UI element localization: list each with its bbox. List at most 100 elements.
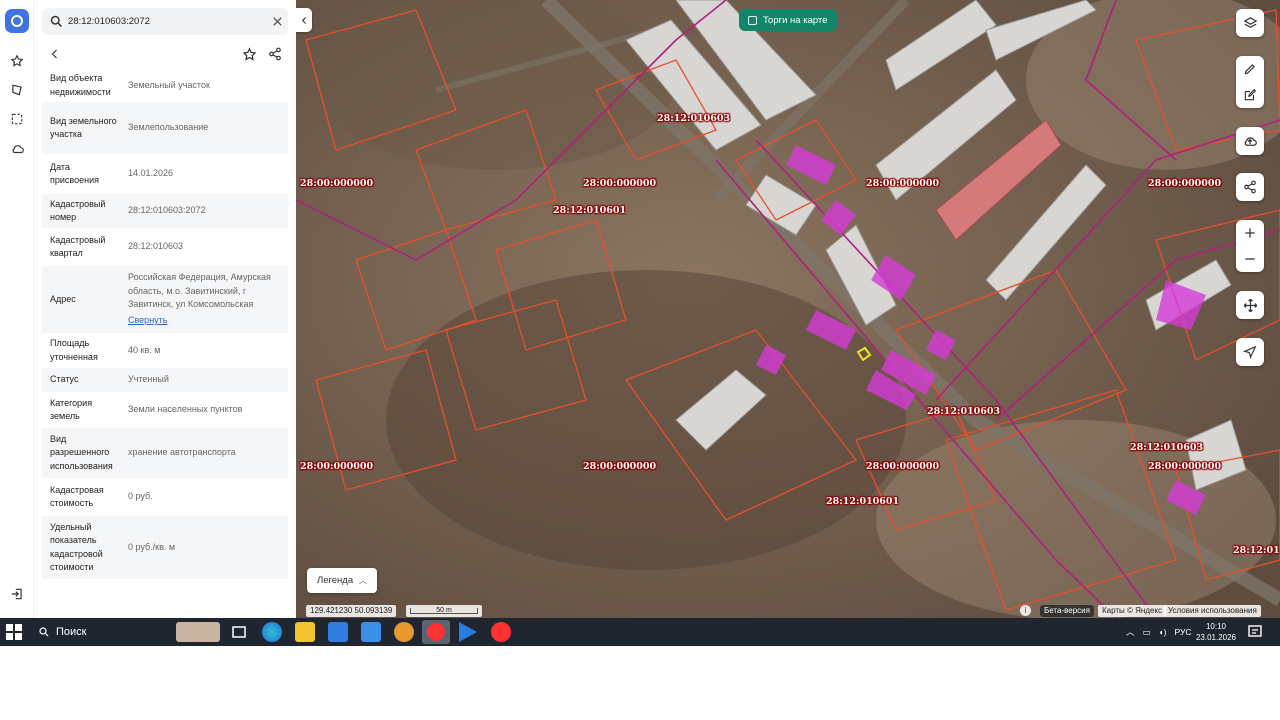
cloud-icon[interactable] [7,139,27,159]
table-row: Статус Учтенный [42,368,288,392]
search-icon [39,627,49,637]
layers-icon [1243,16,1257,28]
info-panel: Вид объекта недвижимости Земельный участ… [34,0,296,618]
cadastral-label: 28:00:000000 [583,178,657,189]
row-label: Вид земельного участка [50,115,117,139]
clock-date: 23.01.2026 [1195,633,1237,642]
tray-icons[interactable]: ︿ ▭ ◖) РУС [1126,618,1192,646]
search-highlight-image[interactable] [176,622,220,642]
row-value: 28:12:010603:2072 [128,205,206,216]
row-value: 28:12:010603 [128,241,184,252]
row-label: Дата присвоения [50,161,99,185]
store-icon[interactable] [328,622,348,642]
cadastral-label: 28:00:000000 [1148,461,1222,472]
edit-icon [1244,88,1257,101]
table-row: Категория земель Земли населенных пункто… [42,392,288,428]
cadastral-label: 28:00:000000 [300,178,374,189]
yandex-icon[interactable] [491,622,511,642]
volume-icon[interactable]: ◖) [1159,627,1167,637]
beta-badge: Бета-версия [1040,605,1094,617]
row-value: Учтенный [128,374,169,385]
network-icon[interactable]: ▭ [1143,627,1151,638]
cadastral-label: 28:12:010603 [927,406,1001,417]
upload-button[interactable] [1236,127,1264,155]
geolocation-button[interactable] [1236,338,1264,366]
row-value: 0 руб. [128,491,153,502]
row-value: Землепользование [128,122,209,133]
media-player-icon[interactable] [459,622,477,642]
checkbox-icon [748,15,757,25]
app-logo[interactable] [5,9,29,33]
collapse-address-link[interactable]: Свернуть [128,314,282,327]
mail-icon[interactable] [361,622,381,642]
zoom-in-button[interactable] [1236,220,1264,246]
table-row: Удельный показатель кадастровой стоимост… [42,516,288,579]
row-label: Кадастровый номер [50,198,106,222]
table-row: Вид земельного участка Землепользование [42,102,288,154]
taskbar-search-label: Поиск [56,626,87,638]
yandex-browser-active-icon[interactable] [422,620,450,644]
back-button[interactable] [46,45,64,63]
row-label: Адрес [50,293,76,304]
cadastral-label: 28:00:000000 [866,461,940,472]
move-icon [1243,298,1257,312]
ruler-button[interactable] [1236,56,1264,82]
chevron-up-icon[interactable]: ︿ [1126,626,1135,638]
chrome-icon[interactable] [394,622,414,642]
pencil-icon [1244,64,1255,75]
taskbar-clock[interactable]: 10:10 23.01.2026 [1194,621,1238,643]
zoom-out-button[interactable] [1236,246,1264,272]
row-label: Вид объекта недвижимости [50,73,111,97]
info-icon[interactable]: i [1020,605,1031,616]
windows-start-icon[interactable] [6,624,22,640]
favorite-button[interactable] [240,45,258,63]
logout-icon[interactable] [7,584,27,604]
location-arrow-icon [1243,345,1257,359]
row-label: Категория земель [50,397,93,421]
map-view[interactable]: 28:12:010603 28:00:000000 28:00:000000 2… [296,0,1280,618]
notifications-icon[interactable] [1247,624,1263,640]
select-area-icon[interactable] [7,109,27,129]
edge-browser-icon[interactable] [262,622,282,642]
cadastral-label: 28:12:01 [1233,545,1280,556]
torgi-toggle[interactable]: Торги на карте [739,9,838,31]
polygon-icon[interactable] [7,80,27,100]
layers-button[interactable] [1236,9,1264,37]
coordinates-readout: 129.421230 50.093139 [306,605,397,617]
left-rail [0,0,34,618]
pan-button[interactable] [1236,291,1264,319]
star-icon[interactable] [7,51,27,71]
table-row: Вид разрешенного использования хранение … [42,428,288,478]
row-label: Площадь уточненная [50,338,98,362]
legend-button[interactable]: Легенда ︿ [307,568,377,593]
windows-taskbar: Поиск ︿ ▭ ◖) РУС 10:10 23.01.2026 [0,618,1280,646]
scale-label: 50 m [410,607,478,614]
language-indicator[interactable]: РУС [1175,627,1192,637]
chevron-left-icon [301,16,306,24]
file-explorer-icon[interactable] [295,622,315,642]
edit-button[interactable] [1236,82,1264,108]
share-icon [1244,180,1256,194]
cadastral-label: 28:00:000000 [583,461,657,472]
cadastral-label: 28:12:010601 [553,205,627,216]
clock-time: 10:10 [1205,622,1227,631]
blank-area [0,646,1280,720]
table-row: Адрес Российская Федерация, Амурская обл… [42,266,288,333]
task-view-icon[interactable] [229,622,249,642]
clear-search-icon[interactable] [270,14,285,29]
table-row: Кадастровая стоимость 0 руб. [42,478,288,516]
property-table: Вид объекта недвижимости Земельный участ… [42,69,288,579]
cadastral-label: 28:12:010603 [1130,442,1204,453]
table-row: Вид объекта недвижимости Земельный участ… [42,69,288,102]
table-row: Кадастровый квартал 28:12:010603 [42,228,288,266]
address-text: Российская Федерация, Амурская область, … [128,272,271,309]
chevron-up-icon: ︿ [359,576,368,585]
search-input[interactable] [68,12,258,31]
chevron-left-icon [51,49,57,59]
share-map-button[interactable] [1236,173,1264,201]
terms-link[interactable]: Условия использования [1164,605,1261,617]
share-button[interactable] [266,45,284,63]
collapse-panel-button[interactable] [296,8,312,32]
map-attribution[interactable]: Карты © Яндекс [1098,605,1167,617]
cadastral-label: 28:00:000000 [1148,178,1222,189]
